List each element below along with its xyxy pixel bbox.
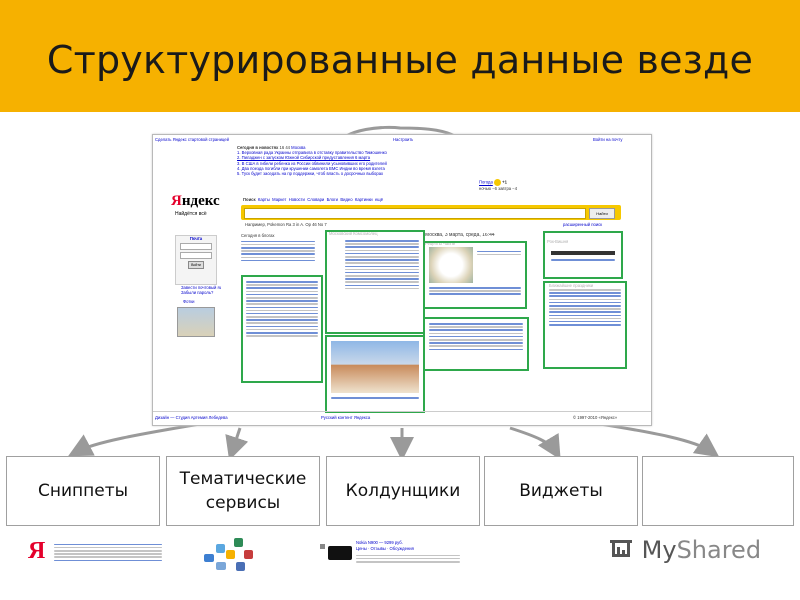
tab-more[interactable]: ещё [375, 197, 383, 202]
category-empty [642, 456, 794, 526]
sun-icon [493, 179, 501, 186]
logo-slogan: Найдётся всё [175, 211, 207, 217]
weather-widget: Погода +1 ночью −6 завтра −4 [479, 179, 549, 191]
wizard-title[interactable]: Nokia N900 — 9299 руб. [356, 540, 403, 545]
tab-images[interactable]: Картинки [355, 197, 373, 202]
yandex-logo[interactable]: Яндекс [171, 193, 220, 210]
service-icon [216, 544, 225, 553]
weather-link[interactable]: Погода [479, 180, 493, 185]
widget-highlight-services [423, 317, 529, 371]
photos-link[interactable]: Фотки [183, 299, 195, 304]
mail-login-link[interactable]: Войти на почту [593, 137, 648, 142]
make-start-page-link[interactable]: Сделать Яндекс стартовой страницей [155, 137, 305, 142]
service-icon [244, 550, 253, 559]
search-input[interactable] [244, 208, 586, 219]
snippet-text-lines [54, 542, 162, 563]
brand-shared: Shared [676, 536, 762, 564]
tab-maps[interactable]: Карты [258, 197, 270, 202]
category-thematic-services: Тематические сервисы [166, 456, 320, 526]
forgot-password-link[interactable]: Забыли пароль? [181, 290, 221, 295]
widget-highlight-holidays [543, 281, 627, 369]
tab-video[interactable]: Видео [340, 197, 352, 202]
service-icon [234, 538, 243, 547]
search-tabs: Поиск Карты Маркет Новости Словари Блоги… [243, 197, 543, 202]
snippet-thumbnail: Я [24, 536, 164, 588]
widget-highlight-snippets [241, 275, 323, 383]
blogs-header: Сегодня в блогах [241, 233, 275, 238]
myshared-logo: MyShared [608, 536, 768, 574]
settings-link[interactable]: Настроить [393, 137, 413, 142]
photo-thumbnail[interactable] [177, 307, 215, 337]
tab-blogs[interactable]: Блоги [327, 197, 338, 202]
widget-highlight-komsomol [325, 230, 425, 334]
wizard-text-lines [356, 553, 460, 564]
news-block: Сегодня в новостях 16 44 Москва 1. Верхо… [237, 145, 477, 176]
temple-photo[interactable] [331, 341, 419, 393]
search-bar: Найти [241, 205, 621, 220]
category-snippets: Сниппеты [6, 456, 160, 526]
copyright: © 1997-2010 «Яндекс» [573, 415, 618, 420]
mail-login-box: Почта Войти [175, 235, 217, 285]
tab-search[interactable]: Поиск [243, 197, 256, 202]
yandex-screenshot: Сделать Яндекс стартовой страницей Настр… [152, 134, 652, 426]
weather-temp: +1 [502, 179, 507, 185]
password-field[interactable] [180, 252, 212, 260]
service-icon [216, 562, 226, 570]
service-icon [226, 550, 235, 559]
design-credit-link[interactable]: Дизайн — Студия Артемия Лебедева [155, 415, 255, 420]
presentation-icon [608, 538, 634, 564]
brand-my: My [641, 536, 677, 564]
date-header: Москва, 3 марта, среда, 16:44 [425, 233, 495, 238]
widget-highlight-photo [325, 335, 425, 413]
widget-highlight-radio [543, 231, 623, 279]
login-field[interactable] [180, 243, 212, 251]
category-widgets: Виджеты [484, 456, 638, 526]
search-example: Например, Pokemon Ra 3 in A. Ор 46 No 7 [245, 222, 327, 227]
service-icon [236, 562, 245, 571]
weather-forecast: ночью −6 завтра −4 [479, 186, 518, 191]
phone-image [328, 546, 352, 560]
footer-divider [153, 411, 651, 412]
tab-market[interactable]: Маркет [272, 197, 286, 202]
bullet-icon [320, 544, 325, 549]
tab-dictionaries[interactable]: Словари [307, 197, 324, 202]
wizard-links[interactable]: Цены · Отзывы · Обсуждения [356, 546, 466, 551]
widget-highlight-recipes [423, 241, 527, 309]
advanced-search-link[interactable]: расширенный поиск [563, 222, 623, 227]
yandex-y-logo: Я [28, 538, 46, 564]
service-icon [204, 554, 214, 562]
services-icons [196, 536, 276, 588]
news-item[interactable]: 5. Туск будет заседать на пр поддержки, … [237, 171, 477, 176]
category-wizards: Колдунщики [326, 456, 480, 526]
wizard-thumbnail: Nokia N900 — 9299 руб. Цены · Отзывы · О… [320, 536, 470, 588]
russian-content-link[interactable]: Русский контент Яндекса [321, 415, 401, 420]
mail-login-button[interactable]: Войти [188, 261, 204, 270]
mail-label[interactable]: Почта [190, 236, 202, 241]
tab-news[interactable]: Новости [289, 197, 305, 202]
radio-player[interactable] [551, 251, 615, 255]
blogs-list [241, 239, 315, 263]
recipe-photo[interactable] [429, 247, 473, 283]
search-button[interactable]: Найти [589, 208, 615, 219]
